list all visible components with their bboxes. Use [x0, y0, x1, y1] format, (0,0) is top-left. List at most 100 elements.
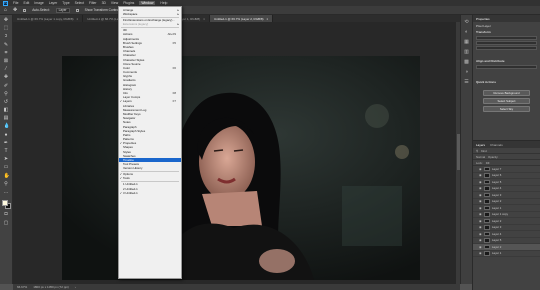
- healing-brush-tool-icon[interactable]: ✚: [4, 75, 9, 80]
- tab-channels[interactable]: Channels: [490, 143, 503, 147]
- lasso-tool-icon[interactable]: ↄ: [4, 34, 9, 39]
- show-transform-checkbox[interactable]: [75, 8, 79, 12]
- photoshop-logo-icon[interactable]: Ps: [3, 0, 8, 6]
- zoom-level[interactable]: 66.67%: [17, 285, 27, 289]
- doc-tab[interactable]: Untitled-1 @ 66.7% (Layer 1 copy, RGB/8)…: [13, 15, 84, 22]
- layer-name[interactable]: Layer 4: [492, 232, 501, 236]
- quick-select-tool-icon[interactable]: ✎: [4, 42, 9, 48]
- home-icon[interactable]: ⌂: [4, 7, 7, 13]
- more-tools-icon[interactable]: …: [4, 189, 9, 195]
- visibility-eye-icon[interactable]: ◉: [479, 225, 482, 229]
- move-tool-icon[interactable]: ✥: [13, 7, 17, 13]
- visibility-eye-icon[interactable]: ◉: [479, 206, 482, 210]
- menu-3d[interactable]: 3D: [102, 1, 106, 5]
- visibility-eye-icon[interactable]: ◉: [479, 186, 482, 190]
- menu-image[interactable]: Image: [34, 1, 43, 5]
- window-menu-item[interactable]: Extensions (legacy) ▸: [119, 22, 181, 26]
- history-brush-tool-icon[interactable]: ↺: [4, 99, 9, 105]
- align-buttons[interactable]: [476, 65, 537, 69]
- visibility-eye-icon[interactable]: ◉: [479, 219, 482, 223]
- path-select-tool-icon[interactable]: ➤: [4, 157, 9, 162]
- kind-filter[interactable]: Kind: [481, 149, 487, 153]
- visibility-eye-icon[interactable]: ◉: [479, 193, 482, 197]
- visibility-eye-icon[interactable]: ◉: [479, 212, 482, 216]
- visibility-eye-icon[interactable]: ◉: [479, 180, 482, 184]
- doc-tab-active[interactable]: Untitled-1 @ 66.7% (Layer 2, RGB/8) ×: [209, 15, 274, 22]
- window-menu-item[interactable]: ✓ 3 Untitled-1: [119, 191, 181, 195]
- height-field[interactable]: [476, 41, 537, 45]
- zoom-tool-icon[interactable]: ⚲: [4, 181, 9, 187]
- visibility-eye-icon[interactable]: ◉: [479, 238, 482, 242]
- layer-name[interactable]: Layer 1: [492, 251, 501, 255]
- layer-name[interactable]: Layer 2: [492, 219, 501, 223]
- layer-name[interactable]: Layer 3: [492, 225, 501, 229]
- chevron-right-icon[interactable]: ›: [75, 285, 76, 289]
- pen-tool-icon[interactable]: ✒: [4, 140, 9, 146]
- eyedropper-tool-icon[interactable]: ⁄: [4, 67, 9, 72]
- menu-help[interactable]: Help: [160, 1, 167, 5]
- select-sky-button[interactable]: Select Sky: [483, 106, 530, 112]
- visibility-eye-icon[interactable]: ◉: [479, 232, 482, 236]
- quick-mask-icon[interactable]: ◘: [4, 212, 9, 217]
- window-menu-item[interactable]: ✓ Tools: [119, 176, 181, 180]
- close-icon[interactable]: ×: [77, 17, 79, 21]
- close-icon[interactable]: ×: [203, 17, 205, 21]
- brush-tool-icon[interactable]: ✐: [4, 83, 9, 89]
- type-tool-icon[interactable]: T: [4, 149, 9, 154]
- menu-file[interactable]: File: [13, 1, 18, 5]
- screen-mode-icon[interactable]: ▢: [4, 220, 9, 226]
- layer-name[interactable]: Layer 7: [492, 167, 501, 171]
- layer-row[interactable]: ◉ Layer 1: [473, 251, 540, 257]
- layer-name[interactable]: Layer 6: [492, 173, 501, 177]
- gradients-icon[interactable]: ▥: [464, 50, 469, 55]
- document-canvas[interactable]: [62, 56, 420, 280]
- menu-filter[interactable]: Filter: [89, 1, 97, 5]
- adjustments-icon[interactable]: ◑: [465, 70, 468, 75]
- libraries-icon[interactable]: ☰: [464, 80, 468, 85]
- layer-name[interactable]: Layer 3: [492, 193, 501, 197]
- blur-tool-icon[interactable]: 💧: [4, 124, 10, 129]
- menu-plugins[interactable]: Plugins: [123, 1, 134, 5]
- menu-type[interactable]: Type: [62, 1, 69, 5]
- visibility-eye-icon[interactable]: ◉: [479, 245, 482, 249]
- hand-tool-icon[interactable]: ✋: [4, 173, 10, 179]
- layer-name[interactable]: Layer 1: [492, 206, 501, 210]
- layer-name[interactable]: Layer 4: [492, 186, 501, 190]
- swatches-icon[interactable]: ▦: [464, 40, 469, 45]
- move-tool-icon[interactable]: ✥: [4, 18, 9, 23]
- width-field[interactable]: [476, 36, 537, 40]
- blend-mode-dropdown[interactable]: Normal: [476, 155, 485, 159]
- dodge-tool-icon[interactable]: ●: [4, 132, 9, 138]
- canvas-area[interactable]: [13, 22, 460, 284]
- window-menu-item[interactable]: Version History: [119, 166, 181, 170]
- select-subject-button[interactable]: Select Subject: [483, 98, 530, 104]
- auto-select-checkbox[interactable]: [23, 8, 27, 12]
- menu-view[interactable]: View: [111, 1, 118, 5]
- tab-layers[interactable]: Layers: [476, 143, 485, 147]
- menu-edit[interactable]: Edit: [23, 1, 29, 5]
- rectangle-tool-icon[interactable]: ▭: [4, 165, 9, 170]
- close-icon[interactable]: ×: [267, 17, 269, 21]
- foreground-color-swatch[interactable]: [1, 200, 8, 207]
- window-menu-item[interactable]: Workspace ▸: [119, 12, 181, 16]
- layer-name[interactable]: Layer 2: [492, 245, 501, 249]
- eraser-tool-icon[interactable]: ◧: [4, 108, 9, 113]
- visibility-eye-icon[interactable]: ◉: [479, 167, 482, 171]
- angle-field[interactable]: [476, 46, 537, 50]
- layer-name[interactable]: Layer 2: [492, 199, 501, 203]
- crop-tool-icon[interactable]: ⌗: [4, 50, 9, 56]
- tab-properties[interactable]: Properties: [476, 17, 490, 21]
- color-icon[interactable]: ◐: [465, 30, 468, 35]
- layer-name[interactable]: Layer 5: [492, 238, 501, 242]
- gradient-tool-icon[interactable]: ▤: [4, 116, 9, 121]
- visibility-eye-icon[interactable]: ◉: [479, 173, 482, 177]
- menu-select[interactable]: Select: [75, 1, 84, 5]
- remove-background-button[interactable]: Remove Background: [483, 90, 530, 96]
- visibility-eye-icon[interactable]: ◉: [479, 199, 482, 203]
- history-icon[interactable]: ⟲: [464, 20, 468, 25]
- frame-tool-icon[interactable]: ⊠: [4, 58, 9, 64]
- clone-stamp-tool-icon[interactable]: ⚲: [4, 91, 9, 97]
- marquee-tool-icon[interactable]: ⬚: [4, 26, 9, 31]
- menu-window[interactable]: Window: [139, 1, 156, 5]
- auto-select-dropdown[interactable]: Layer: [55, 7, 70, 13]
